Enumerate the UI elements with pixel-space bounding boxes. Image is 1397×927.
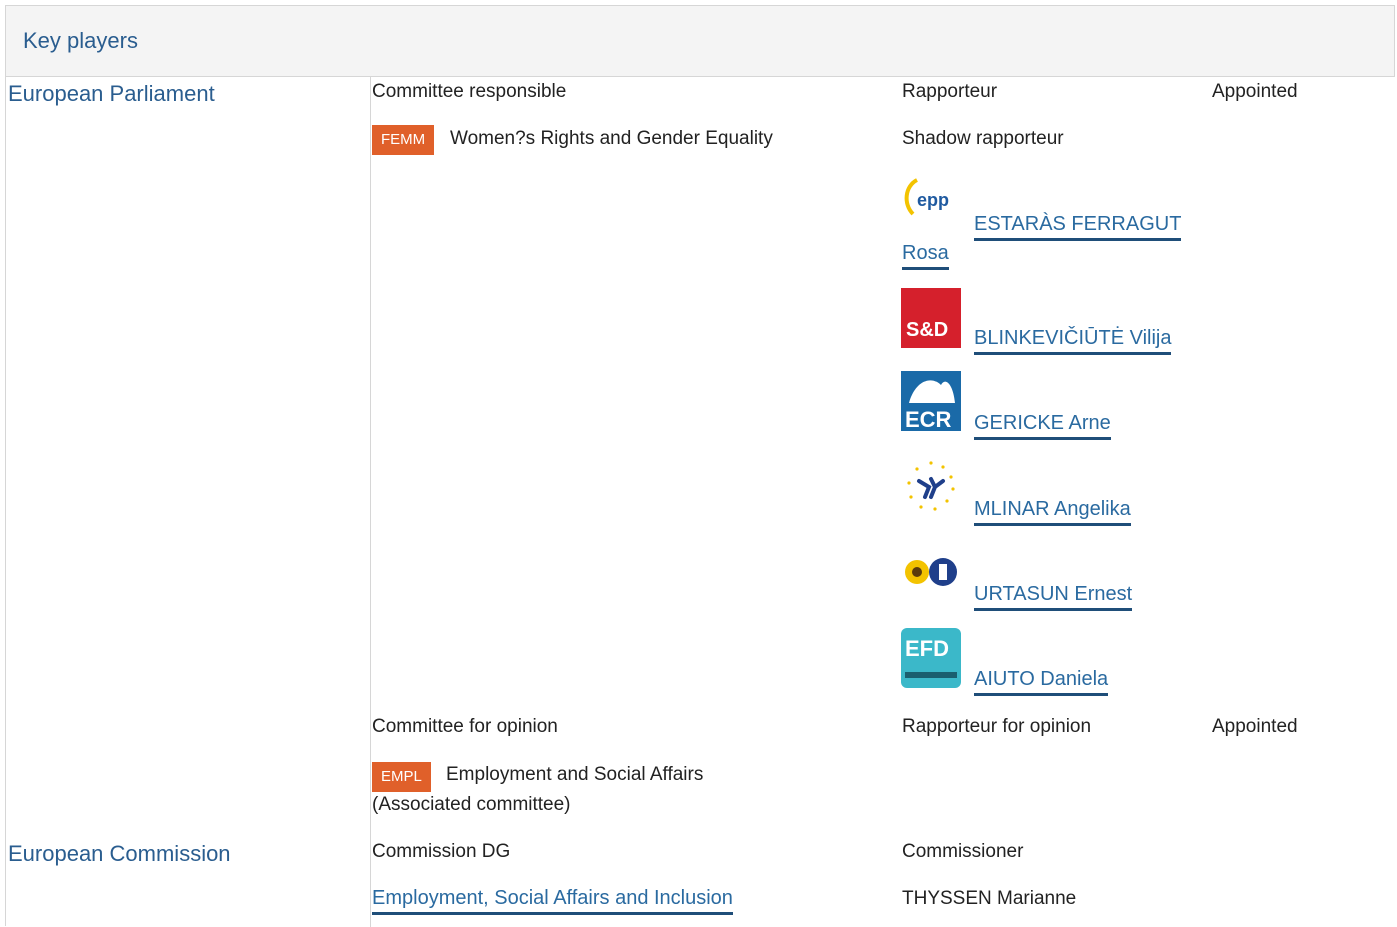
commission-dg-label: Commission DG	[372, 841, 511, 862]
shadow-rapporteur-link-gericke[interactable]: GERICKE Arne	[974, 412, 1111, 440]
svg-text:epp: epp	[917, 190, 949, 210]
panel-title: Key players	[23, 28, 138, 53]
empl-badge: EMPL	[372, 762, 431, 792]
alde-logo-icon	[901, 457, 961, 517]
femm-committee-name: Women?s Rights and Gender Equality	[450, 128, 773, 149]
commissioner-label: Commissioner	[902, 841, 1024, 862]
rapporteur-opinion-label: Rapporteur for opinion	[902, 716, 1092, 737]
femm-badge: FEMM	[372, 125, 435, 155]
appointed-label: Appointed	[1212, 81, 1298, 102]
shadow-rapporteur-link-urtasun[interactable]: URTASUN Ernest	[974, 583, 1133, 611]
shadow-rapporteur-link-aiuto[interactable]: AIUTO Daniela	[974, 668, 1109, 696]
snd-logo-icon: S&D	[901, 288, 961, 348]
institution-european-parliament: European Parliament	[8, 81, 215, 106]
svg-text:S&D: S&D	[906, 319, 948, 341]
greens-efa-logo-icon	[901, 544, 961, 604]
commission-dg-link[interactable]: Employment, Social Affairs and Inclusion	[372, 887, 733, 915]
committee-responsible-label: Committee responsible	[372, 81, 567, 102]
epp-logo-icon: epp	[901, 172, 961, 232]
shadow-rapporteur-link-blinkeviciute[interactable]: BLINKEVIČIŪTĖ Vilija	[974, 327, 1172, 355]
empl-committee-name: Employment and Social Affairs	[446, 764, 704, 785]
rapporteur-label: Rapporteur	[902, 81, 998, 102]
efd-logo-icon: EFD	[901, 628, 961, 688]
shadow-rapporteur-link-estaras-line2[interactable]: Rosa	[902, 242, 949, 270]
committee-opinion-label: Committee for opinion	[372, 716, 558, 737]
shadow-rapporteur-label: Shadow rapporteur	[902, 128, 1064, 149]
svg-text:ECR: ECR	[905, 407, 952, 431]
commissioner-name: THYSSEN Marianne	[902, 888, 1077, 909]
appointed-opinion-label: Appointed	[1212, 716, 1298, 737]
empl-associated-note: (Associated committee)	[372, 794, 571, 815]
shadow-rapporteur-link-mlinar[interactable]: MLINAR Angelika	[974, 498, 1131, 526]
ecr-logo-icon: ECR	[901, 371, 961, 431]
svg-text:EFD: EFD	[905, 636, 949, 661]
shadow-rapporteur-link-estaras[interactable]: ESTARÀS FERRAGUT	[974, 213, 1182, 241]
panel-header: Key players	[6, 6, 1394, 77]
institution-european-commission: European Commission	[8, 841, 231, 866]
